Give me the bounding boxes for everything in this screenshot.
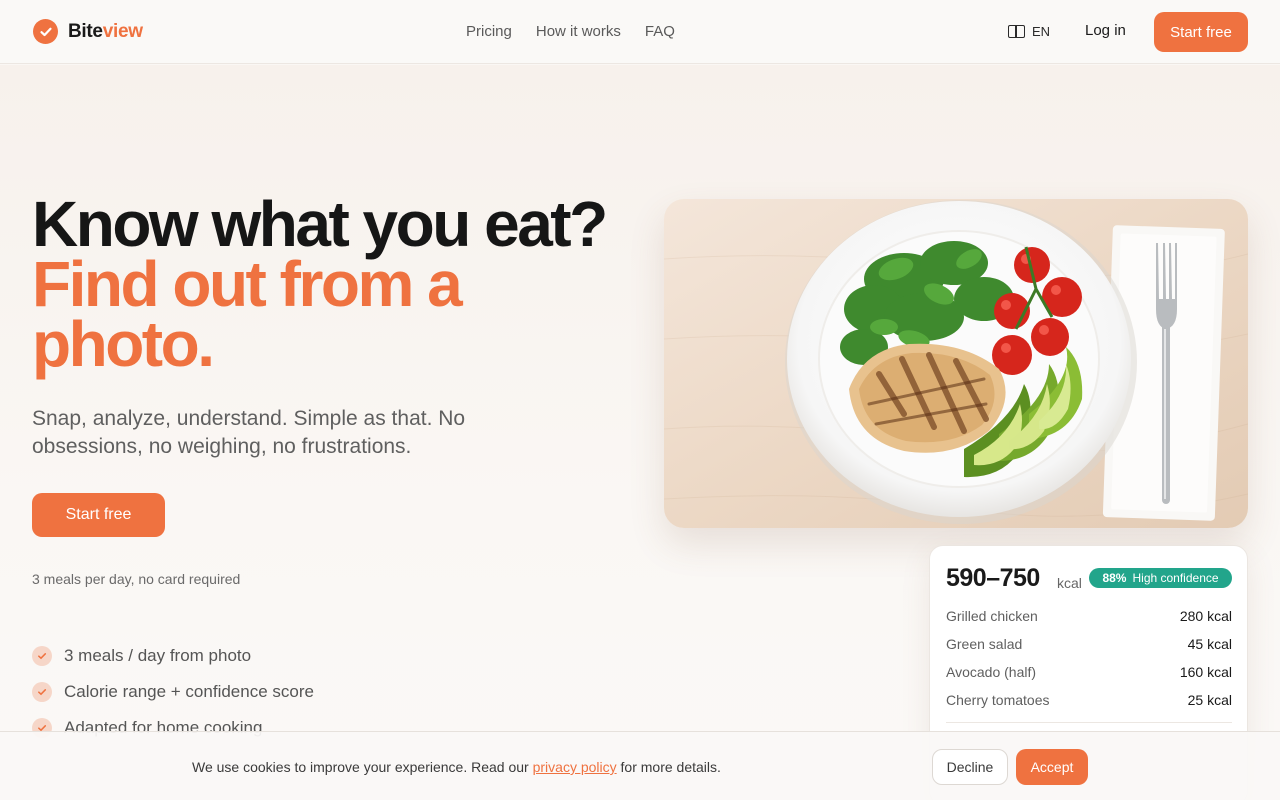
main-nav: Pricing How it works FAQ [466, 23, 675, 40]
food-item-name: Avocado (half) [946, 664, 1037, 680]
language-switcher[interactable]: EN [1008, 24, 1050, 39]
privacy-policy-link[interactable]: privacy policy [533, 759, 617, 775]
feature-item: Calorie range + confidence score [32, 674, 314, 710]
brand-name: Biteview [68, 20, 143, 42]
check-logo-icon [33, 19, 58, 44]
hero-title-line1: Know what you eat? [32, 188, 608, 260]
confidence-label: High confidence [1132, 571, 1219, 585]
hero-subtitle: Snap, analyze, understand. Simple as tha… [32, 407, 466, 458]
food-item-name: Cherry tomatoes [946, 692, 1050, 708]
food-item-list: Grilled chicken 280 kcal Green salad 45 … [946, 602, 1232, 714]
calorie-range: 590–750 [946, 564, 1040, 592]
check-icon [32, 682, 52, 702]
hero-note: 3 meals per day, no card required [32, 571, 241, 587]
cookie-text-after: for more details. [620, 759, 721, 775]
start-free-hero-button[interactable]: Start free [32, 493, 165, 537]
cookie-message: We use cookies to improve your experienc… [192, 759, 721, 775]
food-item-name: Green salad [946, 636, 1023, 652]
confidence-percent: 88% [1102, 571, 1127, 585]
meal-photo [664, 199, 1248, 528]
hero-title-line2: Find out from a photo. [32, 248, 463, 380]
food-item-row: Grilled chicken 280 kcal [946, 602, 1232, 630]
food-item-row: Cherry tomatoes 25 kcal [946, 686, 1232, 714]
feature-label: Calorie range + confidence score [64, 682, 314, 701]
calorie-unit: kcal [1057, 575, 1082, 591]
start-free-header-button[interactable]: Start free [1154, 12, 1248, 52]
accept-cookies-button[interactable]: Accept [1016, 749, 1088, 785]
hero-title: Know what you eat? Find out from a photo… [32, 188, 652, 380]
nav-pricing[interactable]: Pricing [466, 23, 512, 40]
confidence-badge: 88% High confidence [1089, 568, 1232, 588]
feature-label: 3 meals / day from photo [64, 646, 252, 665]
food-item-kcal: 280 kcal [1179, 608, 1232, 624]
brand-logo[interactable]: Biteview [33, 19, 143, 44]
food-item-row: Green salad 45 kcal [946, 630, 1232, 658]
book-icon [1008, 25, 1025, 38]
nav-faq[interactable]: FAQ [645, 23, 675, 40]
site-header: Biteview Pricing How it works FAQ EN Log… [0, 0, 1280, 64]
card-divider [946, 722, 1232, 723]
food-item-name: Grilled chicken [946, 608, 1038, 624]
food-item-kcal: 45 kcal [1187, 636, 1232, 652]
feature-item: 3 meals / day from photo [32, 638, 314, 674]
cookie-text-before: We use cookies to improve your experienc… [192, 759, 529, 775]
decline-cookies-button[interactable]: Decline [932, 749, 1008, 785]
nav-how-it-works[interactable]: How it works [536, 23, 621, 40]
check-icon [32, 646, 52, 666]
feature-list: 3 meals / day from photo Calorie range +… [32, 638, 314, 746]
cookie-banner: We use cookies to improve your experienc… [0, 731, 1280, 800]
food-item-kcal: 160 kcal [1179, 664, 1232, 680]
food-item-row: Avocado (half) 160 kcal [946, 658, 1232, 686]
language-label: EN [1032, 24, 1051, 39]
login-link[interactable]: Log in [1085, 22, 1126, 39]
food-item-kcal: 25 kcal [1187, 692, 1232, 708]
